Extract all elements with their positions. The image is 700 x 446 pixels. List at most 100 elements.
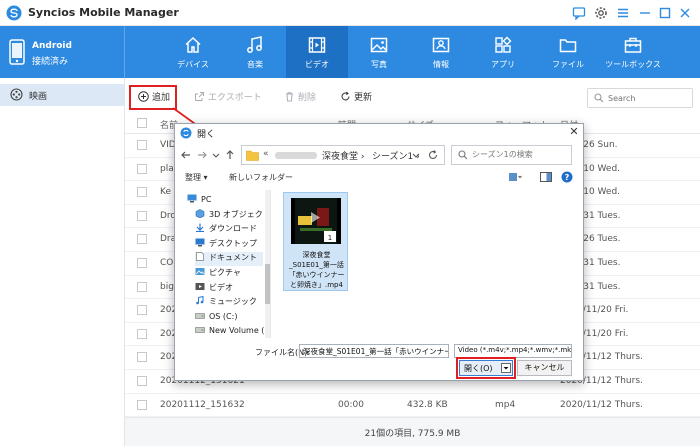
document-icon [195,252,205,262]
row-checkbox[interactable] [137,234,147,245]
tree-node-label: New Volume (D [209,326,271,336]
search-box[interactable] [587,88,693,108]
row-checkbox[interactable] [137,163,147,174]
tree-node-label: 3D オブジェクト [209,209,271,219]
row-checkbox[interactable] [137,210,147,221]
tree-node-label: デスクトップ [209,238,257,248]
sidebar-item-movies[interactable]: 映画 [0,84,125,106]
tree-node-label: PC [201,195,212,204]
tree-node[interactable]: ピクチャ [195,267,241,281]
svg-text:1: 1 [328,234,332,242]
delete-button[interactable]: 削除 [284,90,316,106]
desktop-icon [195,238,205,247]
tree-node[interactable]: ビデオ [195,282,233,296]
nav-tab-label: 音楽 [247,60,263,69]
cell-name: CO [160,258,174,268]
film-reel-icon [10,88,23,101]
file-item-selected[interactable]: 1 深夜食堂_S01E01_第一話「赤いウインナーと卵焼き」.mp4 [283,192,348,291]
nav-tab-music[interactable]: 音楽 [224,26,286,78]
new-folder-button[interactable]: 新しいフォルダー [229,172,293,183]
recent-locations-chevron-icon[interactable] [209,148,223,162]
tree-node[interactable]: OS (C:) [195,311,237,325]
item-summary: 21個の項目, 775.9 MB [364,429,461,439]
toolbox-icon [623,35,643,55]
row-checkbox[interactable] [137,376,147,386]
select-all-checkbox[interactable] [137,118,147,128]
menu-icon[interactable] [616,6,630,20]
settings-gear-icon[interactable] [594,6,608,20]
nav-tab-label: ファイル [552,60,584,69]
nav-tab-info[interactable]: 情報 [410,26,472,78]
tree-node[interactable]: New Volume (D [195,325,271,338]
address-segment-label: シーズン1 [372,152,414,162]
close-icon[interactable] [678,6,692,20]
nav-tab-video[interactable]: ビデオ [286,26,348,78]
feedback-icon[interactable] [572,6,586,20]
nav-tab-apps[interactable]: アプリ [472,26,534,78]
navigation-scrollbar-thumb[interactable] [265,264,270,304]
filetype-select[interactable]: Video (*.m4v;*.mp4;*.wmv;*.mk [454,344,572,358]
device-panel[interactable]: Android 接続済み [0,26,125,78]
export-label: エクスポート [208,93,262,103]
organize-menu[interactable]: 整理 ▾ [185,172,208,183]
dialog-close-icon[interactable]: ✕ [567,125,581,139]
tree-node-label: ピクチャ [209,268,241,277]
download-icon [195,223,205,233]
cell-size: 432.8 KB [407,399,448,410]
nav-tab-toolbox[interactable]: ツールボックス [600,26,666,78]
preview-pane-icon[interactable] [539,171,553,183]
device-status: 接続済み [32,57,69,67]
tree-node[interactable]: ミュージック [195,296,257,310]
search-input[interactable] [608,92,688,104]
forward-arrow-icon[interactable] [195,148,209,162]
tree-node[interactable]: ダウンロード [195,223,257,237]
address-segment[interactable]: 深夜食堂 › [322,149,364,162]
tree-node[interactable]: 3D オブジェクト [195,208,271,223]
tree-node[interactable]: PC [187,194,211,208]
tree-node-label: ミュージック [209,297,257,307]
sidebar-item-label: 映画 [29,92,48,102]
folder-icon [558,35,578,55]
help-icon[interactable]: ? [561,171,573,183]
sidebar: 映画 [0,78,125,446]
nav-tab-files[interactable]: ファイル [537,26,599,78]
export-button[interactable]: エクスポート [194,90,262,106]
back-arrow-icon[interactable] [179,148,193,162]
search-icon [458,150,468,160]
folder-search-box[interactable]: シーズン1の検索 [451,145,572,165]
row-checkbox[interactable] [137,328,147,339]
refresh-icon[interactable] [426,148,440,162]
row-checkbox[interactable] [137,140,147,150]
view-options-icon[interactable] [508,171,522,183]
row-checkbox[interactable] [137,258,147,268]
pc-icon [187,194,197,203]
app-title: Syncios Mobile Manager [28,6,179,19]
tree-node[interactable]: デスクトップ [195,238,257,252]
cell-date: 2020/11/12 Thurs. [560,399,643,410]
minimize-icon[interactable] [638,6,652,20]
chevron-down-icon[interactable] [409,148,423,162]
contact-card-icon [431,35,451,55]
nav-tab-photo[interactable]: 写真 [348,26,410,78]
tree-node[interactable]: ドキュメント [195,252,263,267]
table-row[interactable]: 20201112_151632 00:00 432.8 KB mp4 2020/11/1… [125,394,700,418]
refresh-label: 更新 [354,93,373,103]
nav-tab-device[interactable]: デバイス [162,26,224,78]
file-name: 深夜食堂_S01E01_第一話「赤いウインナーと卵焼き」.mp4 [288,251,345,289]
row-checkbox[interactable] [137,305,147,316]
row-checkbox[interactable] [137,399,147,410]
maximize-icon[interactable] [658,6,672,20]
search-icon [594,93,604,103]
row-checkbox[interactable] [137,352,147,363]
row-checkbox[interactable] [137,281,147,292]
address-segment-label: 深夜食堂 [322,152,359,162]
device-name: Android [32,41,72,51]
up-arrow-icon[interactable] [223,148,237,162]
navigation-pane: PC 3D オブジェクトダウンロード デスクトップドキュメント ピクチャビデオ ミュージ… [181,190,271,338]
filename-input[interactable]: 深夜食堂_S01E01_第一話「赤いウインナーと卵 [299,344,449,358]
cell-name: big [160,281,174,292]
export-icon [194,91,205,102]
row-checkbox[interactable] [137,187,147,198]
refresh-button[interactable]: 更新 [340,90,372,106]
cancel-button[interactable]: キャンセル [517,360,572,376]
